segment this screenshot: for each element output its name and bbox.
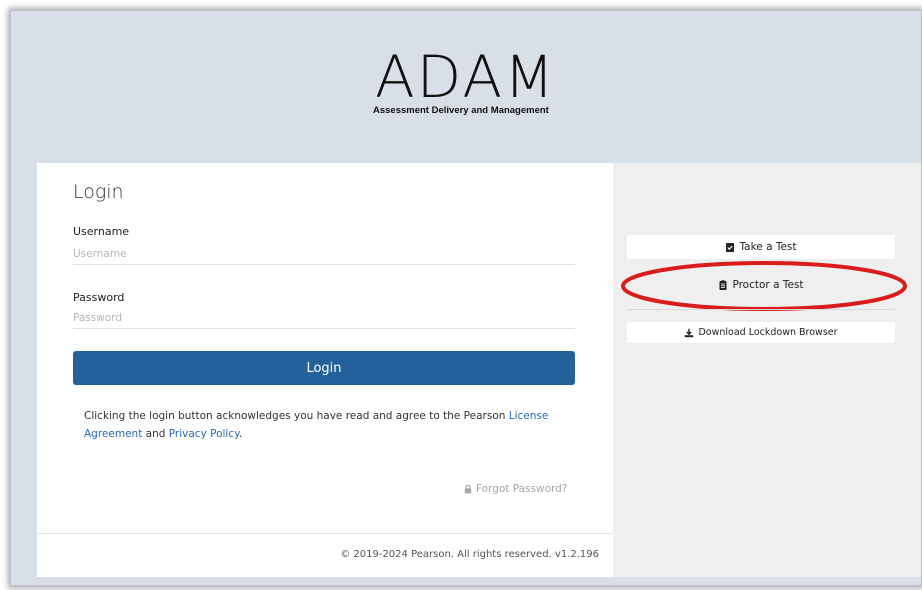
legal-and-text: and (142, 428, 169, 440)
actions-divider (627, 309, 895, 310)
take-test-button[interactable]: Take a Test (627, 235, 895, 259)
password-label: Password (73, 291, 125, 304)
username-input[interactable] (73, 243, 575, 265)
download-icon (685, 328, 694, 337)
clipboard-check-icon (726, 243, 735, 252)
app-window: ADAM Assessment Delivery and Management … (10, 10, 922, 586)
logo-wordmark: ADAM (375, 43, 557, 111)
adam-logo: ADAM Assessment Delivery and Management (371, 47, 591, 131)
lock-icon (464, 484, 472, 494)
copyright-text: © 2019-2024 Pearson. All rights reserved… (340, 549, 599, 560)
login-title: Login (73, 181, 124, 203)
proctor-test-button[interactable]: Proctor a Test (627, 273, 895, 297)
proctor-test-label: Proctor a Test (732, 279, 804, 291)
footer-divider (37, 533, 613, 534)
download-lockdown-browser-label: Download Lockdown Browser (698, 327, 838, 338)
forgot-password-link[interactable]: Forgot Password? (463, 483, 567, 495)
login-button[interactable]: Login (73, 351, 575, 385)
take-test-label: Take a Test (739, 241, 797, 253)
clipboard-list-icon (719, 280, 727, 290)
actions-panel: Take a Test Proctor a Test Download Lock… (613, 163, 921, 577)
login-panel: Login Username Password Login Clicking t… (37, 163, 613, 577)
legal-suffix-text: . (238, 428, 243, 440)
logo-tagline: Assessment Delivery and Management (373, 105, 549, 116)
privacy-policy-link[interactable]: Privacy Policy (169, 428, 239, 440)
forgot-password-label: Forgot Password? (476, 483, 568, 495)
legal-text: Clicking the login button acknowledges y… (84, 410, 509, 422)
download-lockdown-browser-button[interactable]: Download Lockdown Browser (627, 322, 895, 343)
legal-notice: Clicking the login button acknowledges y… (84, 407, 574, 443)
password-input[interactable] (73, 307, 575, 329)
username-label: Username (73, 225, 130, 238)
